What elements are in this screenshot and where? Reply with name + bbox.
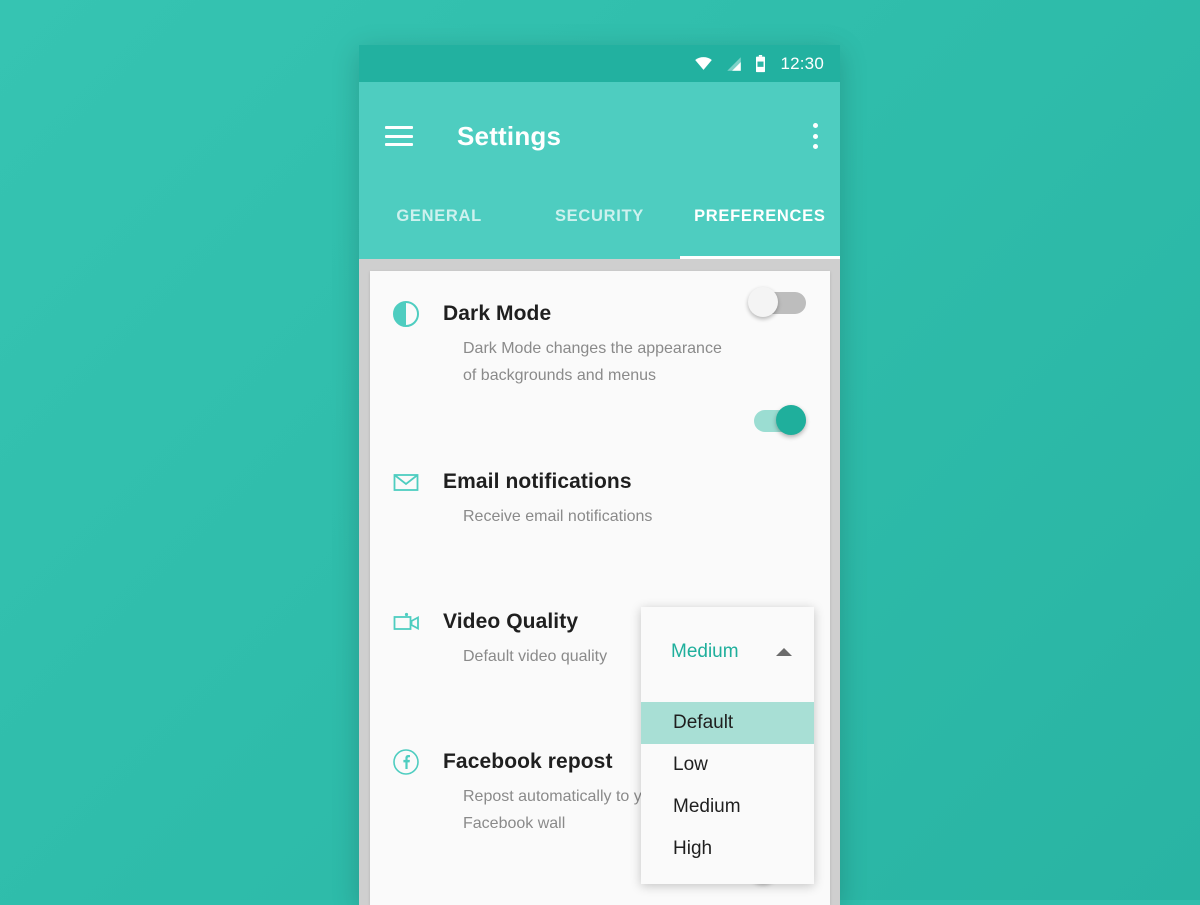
setting-title: Video Quality: [443, 610, 578, 634]
dropdown-option-low[interactable]: Low: [641, 744, 814, 786]
overflow-dot: [813, 134, 818, 139]
hamburger-line: [385, 126, 413, 129]
tab-bar: GENERAL SECURITY PREFERENCES: [359, 190, 840, 259]
overflow-menu-icon[interactable]: [812, 123, 818, 149]
content-area: Dark Mode Dark Mode changes the appearan…: [359, 259, 840, 905]
caret-up-icon: [776, 648, 792, 656]
tab-general[interactable]: GENERAL: [359, 190, 519, 259]
wifi-icon: [694, 54, 713, 73]
contrast-icon: [390, 298, 422, 330]
dropdown-selected-value[interactable]: Medium: [641, 607, 814, 696]
status-bar-icons: 12:30: [694, 54, 824, 74]
toggle-thumb: [776, 405, 806, 435]
hamburger-line: [385, 135, 413, 138]
setting-title: Email notifications: [443, 470, 632, 494]
video-quality-dropdown[interactable]: Medium Default Low Medium High: [641, 607, 814, 884]
battery-icon: [755, 55, 766, 73]
dropdown-option-medium[interactable]: Medium: [641, 786, 814, 828]
status-bar-clock: 12:30: [780, 54, 824, 74]
overflow-dot: [813, 123, 818, 128]
settings-card: Dark Mode Dark Mode changes the appearan…: [370, 271, 830, 905]
setting-title: Dark Mode: [443, 302, 551, 326]
status-bar: 12:30: [359, 45, 840, 82]
tab-security[interactable]: SECURITY: [519, 190, 679, 259]
dropdown-option-high[interactable]: High: [641, 828, 814, 870]
hamburger-menu-icon[interactable]: [385, 126, 413, 146]
dropdown-option-list: Default Low Medium High: [641, 696, 814, 884]
setting-row-header: Email notifications: [390, 461, 806, 503]
facebook-icon: [390, 746, 422, 778]
envelope-icon: [390, 466, 422, 498]
page-title: Settings: [457, 121, 561, 152]
hamburger-line: [385, 143, 413, 146]
phone-device-frame: 12:30 Settings GENERAL SECURITY PREFEREN…: [359, 45, 840, 905]
video-camera-icon: [390, 606, 422, 638]
toggle-thumb: [748, 287, 778, 317]
app-bar-top-row: Settings: [359, 82, 840, 190]
dropdown-selected-label: Medium: [671, 641, 739, 663]
signal-icon: [725, 55, 743, 73]
toggle-email-notifications[interactable]: [748, 405, 806, 435]
setting-row-email-notifications[interactable]: Email notifications Receive email notifi…: [370, 389, 830, 530]
setting-description: Dark Mode changes the appearance of back…: [463, 335, 723, 389]
tab-preferences[interactable]: PREFERENCES: [680, 190, 840, 259]
dropdown-option-default[interactable]: Default: [641, 702, 814, 744]
app-bar: Settings GENERAL SECURITY PREFERENCES: [359, 82, 840, 259]
setting-row-dark-mode[interactable]: Dark Mode Dark Mode changes the appearan…: [370, 271, 830, 389]
setting-row-header: Dark Mode: [390, 293, 806, 335]
overflow-dot: [813, 144, 818, 149]
setting-title: Facebook repost: [443, 750, 613, 774]
toggle-dark-mode[interactable]: [748, 287, 806, 317]
setting-description: Receive email notifications: [463, 503, 723, 530]
